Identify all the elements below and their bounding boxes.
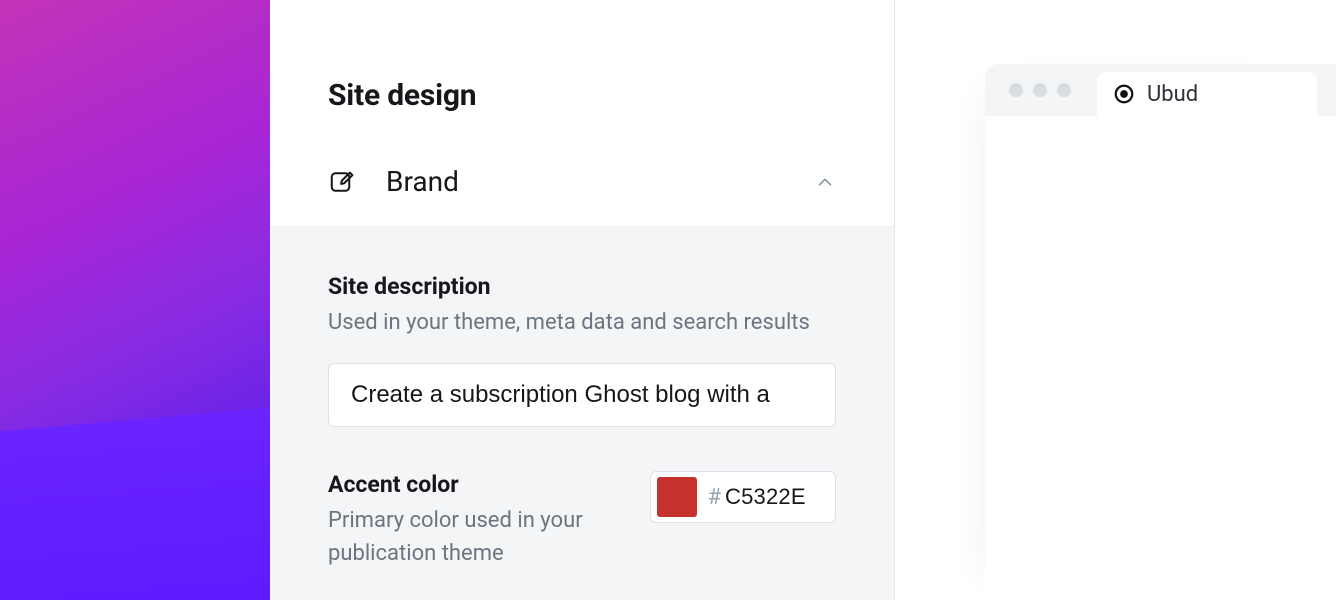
accent-color-help: Primary color used in your publication t…: [328, 504, 630, 570]
site-description-help: Used in your theme, meta data and search…: [328, 306, 836, 339]
accent-color-input[interactable]: [725, 484, 825, 510]
hash-symbol: #: [707, 485, 721, 510]
section-body: Site description Used in your theme, met…: [270, 226, 894, 600]
browser-frame: Ubud: [985, 64, 1336, 600]
accent-color-text: Accent color Primary color used in your …: [328, 471, 630, 570]
app-root: Site design Brand Site description Used …: [0, 0, 1336, 600]
background-gradient: [0, 0, 270, 600]
section-label: Brand: [386, 165, 786, 198]
window-dot: [1009, 83, 1023, 97]
section-brand-header[interactable]: Brand: [270, 143, 894, 226]
browser-titlebar: Ubud: [985, 64, 1336, 116]
accent-color-label: Accent color: [328, 471, 630, 498]
window-controls: [1009, 83, 1071, 97]
chevron-up-icon: [814, 171, 836, 193]
accent-color-picker[interactable]: #: [650, 471, 836, 523]
preview-pane: Ubud: [895, 0, 1336, 600]
page-title: Site design: [328, 78, 836, 113]
browser-tab[interactable]: Ubud: [1097, 72, 1317, 116]
site-description-input[interactable]: [328, 363, 836, 427]
accent-color-swatch[interactable]: [657, 477, 697, 517]
pencil-icon: [328, 167, 358, 197]
panel-header: Site design: [270, 0, 894, 143]
browser-tab-title: Ubud: [1147, 82, 1198, 107]
site-description-label: Site description: [328, 273, 836, 300]
preview-viewport: [985, 116, 1336, 600]
window-dot: [1057, 83, 1071, 97]
window-dot: [1033, 83, 1047, 97]
settings-panel: Site design Brand Site description Used …: [270, 0, 895, 600]
favicon-icon: [1113, 83, 1135, 105]
accent-color-field: Accent color Primary color used in your …: [328, 471, 836, 570]
site-description-field: Site description Used in your theme, met…: [328, 273, 836, 427]
